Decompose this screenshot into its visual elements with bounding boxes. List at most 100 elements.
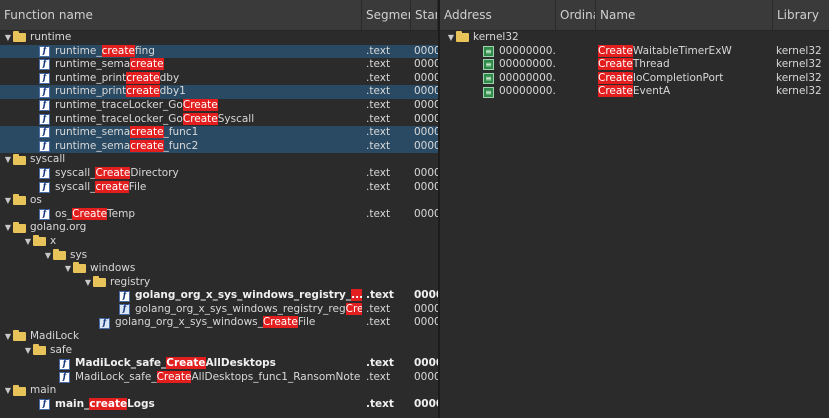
- name-fragment: Temp: [107, 207, 136, 220]
- import-row[interactable]: ≡00000000...CreateThreadkernel32: [440, 58, 829, 72]
- import-row[interactable]: ≡00000000...CreateWaitableTimerExWkernel…: [440, 44, 829, 59]
- function-row[interactable]: .text 0000 f MadiLock_safe_CreateAllDesktop…: [0, 357, 438, 371]
- function-row[interactable]: .text 00000 f runtime_traceLocker_GoCreate: [0, 98, 438, 113]
- name-fragment: runtime_sema: [55, 58, 131, 71]
- library-row[interactable]: ▼ kernel32: [440, 31, 829, 45]
- folder-row[interactable]: ▼ safe: [0, 344, 438, 358]
- start-cell: 0000: [414, 357, 438, 370]
- function-icon: f: [59, 358, 70, 370]
- tree-cell: f runtime_semacreate_func1: [25, 126, 362, 140]
- folder-name: runtime: [30, 31, 72, 43]
- column-header-ordinal[interactable]: Ordinal: [556, 0, 596, 30]
- name-fragment: fing: [134, 44, 155, 57]
- function-row[interactable]: .text 00000 f syscall_CreateDirectory: [0, 166, 438, 181]
- column-header-name[interactable]: Name: [596, 0, 773, 30]
- chevron-down-icon[interactable]: ▼: [5, 221, 13, 235]
- function-name: golang_org_x_sys_windows_registry_...: [135, 289, 362, 303]
- folder-row[interactable]: ▼ windows: [0, 262, 438, 276]
- function-row[interactable]: .text 00000 f runtime_semacreate_func1: [0, 126, 438, 140]
- start-cell: 00000: [414, 98, 438, 111]
- chevron-down-icon[interactable]: ▼: [45, 249, 53, 263]
- import-row[interactable]: ≡00000000...CreateIoCompletionPortkernel…: [440, 71, 829, 86]
- folder-icon: [13, 330, 26, 342]
- name-fragment: runtime_sema: [55, 139, 131, 152]
- function-row[interactable]: .text 00000 f runtime_traceLocker_GoCreateS…: [0, 112, 438, 127]
- chevron-down-icon[interactable]: ▼: [25, 235, 33, 249]
- chevron-down-icon[interactable]: ▼: [25, 344, 33, 358]
- function-name: runtime_traceLocker_GoCreate: [55, 98, 218, 113]
- segment-cell: .text: [366, 98, 391, 111]
- library-cell: kernel32: [776, 85, 822, 98]
- import-row[interactable]: ≡00000000...CreateEventAkernel32: [440, 85, 829, 99]
- start-cell: 00000: [414, 207, 438, 220]
- function-row[interactable]: .text 00000 f MadiLock_safe_CreateAllDeskto…: [0, 370, 438, 385]
- tree-cell: f MadiLock_safe_CreateAllDesktops: [45, 357, 362, 371]
- name-fragment: runtime_traceLocker_Go: [55, 98, 183, 111]
- name-fragment: EventA: [632, 85, 671, 98]
- chevron-down-icon[interactable]: ▼: [5, 194, 13, 208]
- function-row[interactable]: .text 00000 f golang_org_x_sys_windows_regi…: [0, 289, 438, 303]
- segment-cell: .text: [366, 85, 391, 98]
- chevron-down-icon[interactable]: ▼: [5, 330, 13, 344]
- folder-row[interactable]: ▼ runtime: [0, 31, 438, 45]
- column-header-function-name[interactable]: Function name: [0, 0, 362, 30]
- function-row[interactable]: .text 00000 f golang_org_x_sys_windows_regi…: [0, 302, 438, 317]
- function-row[interactable]: .text 00000 f golang_org_x_sys_windows_Crea…: [0, 316, 438, 330]
- tree-cell: f golang_org_x_sys_windows_registry_regCr…: [105, 302, 362, 317]
- import-icon: ≡: [483, 86, 494, 98]
- tree-cell: f main_createLogs: [25, 398, 362, 412]
- name-fragment: _func2: [163, 139, 199, 152]
- tree-cell: f golang_org_x_sys_windows_registry_...: [105, 289, 362, 303]
- name-fragment: golang_org_x_sys_windows_: [115, 316, 263, 329]
- folder-row[interactable]: ▼ main: [0, 384, 438, 398]
- tree-cell: ▼ golang.org: [5, 221, 362, 235]
- function-name: syscall_createFile: [55, 180, 146, 195]
- function-name: syscall_CreateDirectory: [55, 166, 179, 181]
- folder-row[interactable]: ▼ MadiLock: [0, 330, 438, 344]
- chevron-down-icon[interactable]: ▼: [5, 153, 13, 167]
- function-row[interactable]: .text 00000 f runtime_semacreate: [0, 58, 438, 72]
- address-cell: ≡ 00000000...: [483, 58, 556, 72]
- chevron-down-icon[interactable]: ▼: [85, 276, 93, 290]
- search-match: Create: [95, 166, 131, 179]
- function-row[interactable]: .text 00000 f os_CreateTemp: [0, 207, 438, 222]
- folder-icon: [33, 235, 46, 247]
- import-icon: ≡: [483, 45, 494, 57]
- name-fragment: Syscall: [217, 112, 255, 125]
- library-cell: kernel32: [776, 44, 822, 57]
- start-cell: 00000: [414, 71, 438, 84]
- folder-row[interactable]: ▼ os: [0, 194, 438, 208]
- import-icon: ≡: [483, 59, 494, 71]
- name-fragment: dby1: [159, 85, 186, 98]
- name-fragment: AllDesktops_func1_RansomNote: [191, 370, 361, 383]
- chevron-down-icon[interactable]: ▼: [65, 262, 73, 276]
- column-header-segment[interactable]: Segment: [362, 0, 411, 30]
- folder-row[interactable]: ▼ registry: [0, 276, 438, 290]
- function-row[interactable]: .text 00000 f runtime_printcreatedby: [0, 71, 438, 86]
- folder-row[interactable]: ▼ golang.org: [0, 221, 438, 235]
- chevron-down-icon[interactable]: ▼: [446, 31, 456, 45]
- search-match: Create: [262, 316, 298, 329]
- function-icon: f: [39, 113, 50, 125]
- tree-cell: f MadiLock_safe_CreateAllDesktops_func1_R…: [45, 370, 362, 385]
- function-row[interactable]: .text 00000 f runtime_semacreate_func2: [0, 139, 438, 154]
- column-header-library[interactable]: Library: [773, 0, 829, 30]
- function-row[interactable]: .text 00000 f runtime_createfing: [0, 44, 438, 59]
- function-row[interactable]: .text 00000 f runtime_printcreatedby1: [0, 85, 438, 99]
- folder-row[interactable]: ▼ sys: [0, 249, 438, 263]
- column-header-address[interactable]: Address: [440, 0, 556, 30]
- segment-cell: .text: [366, 302, 391, 315]
- function-name: MadiLock_safe_CreateAllDesktops: [75, 357, 276, 371]
- chevron-down-icon[interactable]: ▼: [5, 31, 13, 45]
- search-match: Create: [182, 112, 218, 125]
- function-row[interactable]: .text 00000 f syscall_createFile: [0, 180, 438, 195]
- folder-row[interactable]: ▼ x: [0, 235, 438, 249]
- tree-cell: f runtime_printcreatedby: [25, 71, 362, 86]
- function-row[interactable]: .text 0000 f main_createLogs: [0, 398, 438, 412]
- chevron-down-icon[interactable]: ▼: [5, 384, 13, 398]
- name-fragment: IoCompletionPort: [632, 71, 724, 84]
- function-icon: f: [119, 304, 130, 316]
- column-header-start[interactable]: Start: [411, 0, 438, 30]
- import-address: 00000000...: [499, 44, 556, 57]
- folder-row[interactable]: ▼ syscall: [0, 153, 438, 167]
